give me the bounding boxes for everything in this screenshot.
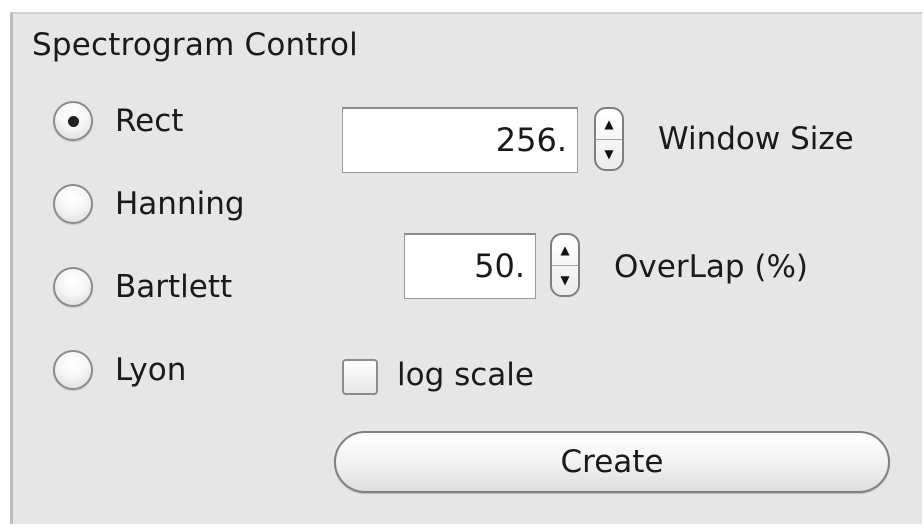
radio-label-rect: Rect: [115, 103, 184, 139]
overlap-decrement-icon[interactable]: ▼: [552, 266, 578, 296]
create-button[interactable]: Create: [334, 431, 890, 493]
window-size-field[interactable]: 256.: [342, 107, 578, 173]
window-size-stepper[interactable]: ▲ ▼: [594, 107, 624, 171]
window-size-label: Window Size: [658, 121, 854, 157]
overlap-stepper[interactable]: ▲ ▼: [550, 233, 580, 297]
panel-title: Spectrogram Control: [32, 27, 358, 63]
overlap-increment-icon[interactable]: ▲: [552, 235, 578, 266]
radio-rect[interactable]: Rect: [53, 101, 183, 141]
radio-button-hanning[interactable]: [53, 184, 93, 224]
radio-selected-dot: [67, 115, 79, 127]
radio-button-lyon[interactable]: [53, 350, 93, 390]
radio-label-lyon: Lyon: [115, 352, 187, 388]
radio-bartlett[interactable]: Bartlett: [53, 267, 232, 307]
overlap-label: OverLap (%): [614, 249, 809, 285]
window-size-decrement-icon[interactable]: ▼: [596, 140, 622, 170]
log-scale-checkbox[interactable]: [342, 359, 378, 395]
radio-hanning[interactable]: Hanning: [53, 184, 245, 224]
radio-button-bartlett[interactable]: [53, 267, 93, 307]
overlap-field[interactable]: 50.: [404, 233, 536, 299]
radio-lyon[interactable]: Lyon: [53, 350, 186, 390]
radio-button-rect[interactable]: [53, 101, 93, 141]
window-size-increment-icon[interactable]: ▲: [596, 109, 622, 140]
log-scale-label: log scale: [397, 357, 534, 393]
radio-label-bartlett: Bartlett: [115, 269, 233, 305]
radio-label-hanning: Hanning: [115, 186, 245, 222]
